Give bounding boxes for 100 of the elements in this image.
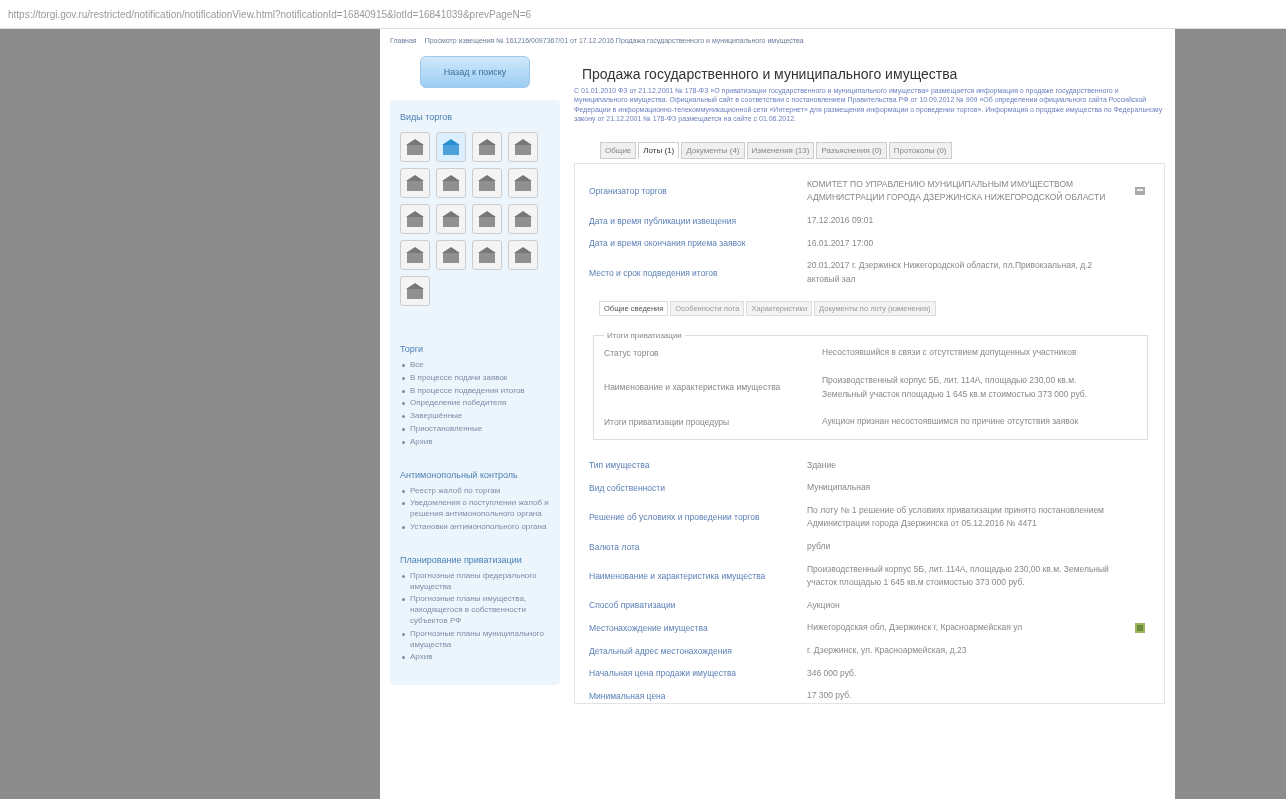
- building-icon: [476, 136, 498, 158]
- field-label: Дата и время окончания приема заявок: [589, 237, 747, 250]
- field-label: Статус торгов: [604, 346, 660, 360]
- field-value: Муниципальная: [807, 481, 872, 495]
- bullet-icon: [402, 656, 405, 660]
- building-icon: [512, 244, 534, 266]
- trade-type-tile[interactable]: [400, 276, 430, 306]
- field-label: Способ приватизации: [589, 599, 677, 612]
- bullet-icon: [402, 502, 405, 506]
- trade-type-tile[interactable]: [400, 132, 430, 162]
- sidebar-link[interactable]: Все: [410, 360, 424, 371]
- tab[interactable]: Лоты (1): [638, 141, 680, 159]
- building-icon: [404, 136, 426, 158]
- sidebar-link[interactable]: В процессе подачи заявок: [410, 372, 508, 384]
- map-icon[interactable]: [1134, 622, 1146, 635]
- bullet-icon: [402, 389, 405, 393]
- field-label: Тип имущества: [589, 459, 651, 472]
- building-icon: [512, 136, 534, 158]
- field-value: Нижегородская обл, Дзержинск г, Красноармейская ул: [807, 621, 1024, 635]
- sidebar-link[interactable]: Приостановленные: [410, 424, 483, 435]
- field-label: Валюта лота: [589, 540, 641, 553]
- field-label: Детальный адрес местонахождения: [589, 644, 733, 657]
- field-value: Производственный корпус 5Б, лит. 114А, площадью 230,00 кв.м. Земельный участок площадью 1 645 кв.м стоимостью 373 000 руб.: [807, 562, 1110, 590]
- trade-type-tile[interactable]: [508, 204, 538, 234]
- sidebar-link[interactable]: Прогнозные планы федерального имущества: [410, 570, 550, 593]
- building-icon: [404, 172, 426, 194]
- sidebar-link[interactable]: Архив: [410, 652, 433, 664]
- field-value: КОМИТЕТ ПО УПРАВЛЕНИЮ МУНИЦИПАЛЬНЫМ ИМУЩЕСТВОМ АДМИНИСТРАЦИИ ГОРОДА ДЗЕРЖИНСКА НИЖЕГОРОДСКОЙ ОБЛАСТИ: [807, 177, 1107, 205]
- tab[interactable]: Изменения (13): [746, 141, 815, 159]
- sidebar-link[interactable]: Завершённые: [410, 411, 463, 422]
- bullet-icon: [402, 428, 405, 431]
- field-value: Здание: [807, 458, 837, 472]
- field-label: Наименование и характеристика имущества: [589, 570, 767, 583]
- field-value: 17.12.2016 09:01: [807, 213, 875, 227]
- field-label: Вид собственности: [589, 481, 666, 495]
- sidebar-link[interactable]: В процессе подведения итогов: [410, 385, 525, 397]
- field-value: Производственный корпус 5Б, лит. 114А, площадью 230,00 кв.м. Земельный участок площадью 1 645 кв.м стоимостью 373 000 руб.: [822, 373, 1089, 401]
- trade-type-tile[interactable]: [400, 204, 430, 234]
- field-label: Местонахождение имущества: [589, 622, 709, 635]
- building-icon: [512, 208, 534, 230]
- building-icon: [476, 244, 498, 266]
- trade-type-tile[interactable]: [436, 132, 466, 162]
- sidebar-heading: Торги: [400, 344, 425, 354]
- field-label: Дата и время публикации извещения: [589, 214, 738, 227]
- field-label: Решение об условиях и проведении торгов: [589, 511, 761, 524]
- bullet-icon: [402, 489, 405, 493]
- fieldset-title: Итоги приватизации: [606, 331, 683, 341]
- bullet-icon: [402, 574, 405, 578]
- sidebar-link[interactable]: Уведомления о поступлении жалоб и решения антимонопольного органа: [410, 498, 550, 520]
- field-label: Организатор торгов: [589, 185, 668, 198]
- bullet-icon: [402, 376, 405, 380]
- trade-type-tile[interactable]: [436, 204, 466, 234]
- back-button[interactable]: Назад к поиску: [420, 56, 530, 88]
- sidebar-heading: Планирование приватизации: [400, 554, 523, 565]
- field-label: Минимальная цена: [589, 689, 667, 703]
- sidebar-link[interactable]: Архив: [410, 436, 433, 448]
- trade-type-tile[interactable]: [400, 168, 430, 198]
- trade-type-tile[interactable]: [472, 240, 502, 270]
- trade-type-tile[interactable]: [472, 132, 502, 162]
- trade-type-tile[interactable]: [436, 240, 466, 270]
- tab[interactable]: Общие: [600, 141, 637, 159]
- field-value: По лоту № 1 решение об условиях приватизации принято постановлением Администрации города Дзержинска от 05.12.2016 № 4471: [807, 503, 1105, 531]
- sidebar-link[interactable]: Реестр жалоб по торгам: [410, 485, 501, 497]
- field-label: Наименование и характеристика имущества: [604, 381, 782, 394]
- tab[interactable]: Документы (4): [681, 141, 745, 159]
- page-title: Продажа государственного и муниципального имущества: [582, 66, 959, 82]
- bullet-icon: [402, 415, 405, 419]
- bullet-icon: [402, 402, 405, 406]
- trade-type-tile[interactable]: [508, 240, 538, 270]
- sidebar-heading: Антимонопольный контроль: [400, 469, 519, 480]
- bullet-icon: [402, 598, 405, 602]
- trade-type-tile[interactable]: [508, 168, 538, 198]
- card-icon[interactable]: [1134, 185, 1146, 198]
- sidebar-heading: Виды торгов: [400, 112, 454, 122]
- sidebar-link[interactable]: Прогнозные планы муниципального имущества: [410, 628, 550, 651]
- building-icon: [512, 172, 534, 194]
- building-icon: [476, 208, 498, 230]
- sidebar-link[interactable]: Прогнозные планы имущества, находящегося в собственности субъектов РФ: [410, 594, 550, 627]
- tab[interactable]: Разъяснения (0): [816, 141, 887, 159]
- field-label: Начальная цена продажи имущества: [589, 667, 738, 680]
- url-text[interactable]: https://torgi.gov.ru/restricted/notification/notificationView.html?notificationId=16840915&lotId=16841039&prevPageN=6: [8, 8, 532, 20]
- field-value: Несостоявшийся в связи с отсутствием допущенных участников: [822, 346, 1078, 360]
- sidebar-link[interactable]: Определение победителя: [410, 398, 507, 410]
- field-value: 346 000 руб.: [807, 666, 858, 680]
- building-icon: [404, 244, 426, 266]
- field-value: Аукцион признан несостоявшимся по причине отсутствия заявок: [822, 415, 1080, 429]
- building-icon: [404, 208, 426, 230]
- bullet-icon: [402, 364, 405, 367]
- tab[interactable]: Протоколы (0): [888, 141, 952, 159]
- trade-type-tile[interactable]: [472, 204, 502, 234]
- field-label: Итоги приватизации процедуры: [604, 415, 731, 429]
- trade-type-tile[interactable]: [400, 240, 430, 270]
- building-icon: [440, 172, 462, 194]
- sidebar-link[interactable]: Установки антимонопольного органа: [410, 521, 547, 533]
- trade-type-tile[interactable]: [436, 168, 466, 198]
- trade-type-tile[interactable]: [508, 132, 538, 162]
- trade-type-tile[interactable]: [472, 168, 502, 198]
- bullet-icon: [402, 525, 405, 529]
- field-value: 16.01.2017 17:00: [807, 236, 875, 250]
- building-icon: [404, 280, 426, 302]
